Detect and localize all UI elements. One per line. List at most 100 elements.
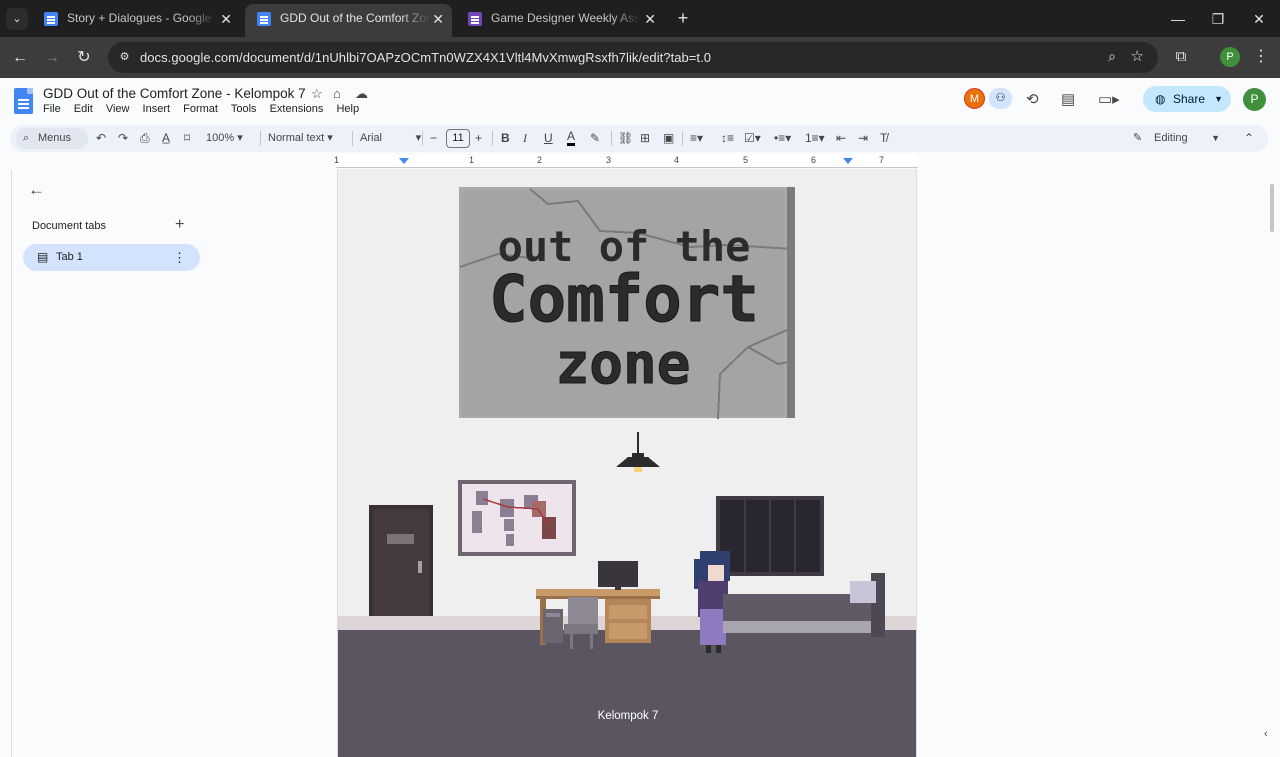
- tab-title: GDD Out of the Comfort Zone: [280, 11, 430, 25]
- menu-tools[interactable]: Tools: [231, 103, 257, 115]
- share-label: Share: [1173, 92, 1206, 106]
- ruler-number: 3: [606, 155, 612, 165]
- right-indent-marker[interactable]: [843, 158, 853, 164]
- browser-tab-story-dialogues[interactable]: Story + Dialogues - Google Docs ✕: [32, 4, 240, 37]
- increase-font-size-icon[interactable]: +: [475, 130, 482, 147]
- ruler-number: 4: [674, 155, 680, 165]
- font-select[interactable]: Arial ▾: [360, 130, 421, 147]
- zoom-select[interactable]: 100% ▾: [206, 130, 243, 147]
- bulleted-list-icon[interactable]: •≡▾: [774, 130, 791, 147]
- browser-tab-gdd[interactable]: GDD Out of the Comfort Zone ✕: [245, 4, 452, 37]
- text-color-icon[interactable]: A: [567, 130, 576, 146]
- menu-view[interactable]: View: [106, 103, 130, 115]
- docs-logo-icon[interactable]: [14, 88, 33, 114]
- menu-file[interactable]: File: [43, 103, 61, 115]
- more-options-icon[interactable]: ⋮: [173, 244, 186, 271]
- add-comment-icon[interactable]: ⊞: [640, 130, 650, 147]
- back-button[interactable]: ←: [8, 46, 32, 70]
- site-info-icon[interactable]: ⚙: [116, 49, 133, 66]
- undo-icon[interactable]: ↶: [96, 130, 106, 147]
- bold-icon[interactable]: B: [501, 130, 510, 147]
- numbered-list-icon[interactable]: 1≡▾: [805, 130, 825, 147]
- horizontal-ruler[interactable]: 1 1 2 3 4 5 6 7: [334, 154, 918, 168]
- meet-icon[interactable]: ▭▸: [1098, 90, 1120, 108]
- profile-avatar[interactable]: P: [1220, 47, 1240, 67]
- close-icon[interactable]: ✕: [432, 5, 444, 34]
- browser-menu-icon[interactable]: ⋮: [1252, 46, 1270, 68]
- pencil-icon: ✎: [1133, 132, 1143, 144]
- font-size-input[interactable]: 11: [446, 129, 470, 148]
- left-indent-marker[interactable]: [399, 158, 409, 164]
- new-tab-button[interactable]: +: [672, 7, 694, 29]
- close-window-button[interactable]: ✕: [1248, 8, 1270, 30]
- redo-icon[interactable]: ↷: [118, 130, 128, 147]
- print-icon[interactable]: ⎙: [140, 130, 150, 147]
- version-history-icon[interactable]: ⟲: [1026, 90, 1039, 108]
- menu-format[interactable]: Format: [183, 103, 218, 115]
- document-title[interactable]: GDD Out of the Comfort Zone - Kelompok 7: [43, 86, 306, 101]
- document-page[interactable]: out of the Comfort zone Kelompok 7: [337, 169, 917, 757]
- globe-icon: ◍: [1155, 92, 1166, 106]
- spellcheck-icon[interactable]: A̲: [162, 130, 170, 147]
- menu-bar: File Edit View Insert Format Tools Exten…: [43, 103, 369, 115]
- move-icon[interactable]: ⌂: [333, 86, 341, 101]
- line-spacing-icon[interactable]: ↕≡: [721, 130, 734, 147]
- clear-formatting-icon[interactable]: T̸: [880, 130, 887, 147]
- comments-icon[interactable]: ▤: [1061, 90, 1075, 108]
- hide-menus-icon[interactable]: ⌃: [1244, 130, 1254, 147]
- forward-button[interactable]: →: [40, 46, 64, 70]
- google-docs-icon: [257, 12, 271, 26]
- cloud-status-icon[interactable]: ☁: [355, 86, 368, 102]
- browser-tab-weekly-assignment[interactable]: Game Designer Weekly Assignment ✕: [456, 4, 664, 37]
- menu-help[interactable]: Help: [336, 103, 359, 115]
- presence-icon[interactable]: ⚇: [989, 88, 1012, 109]
- bookmark-star-icon[interactable]: ☆: [1131, 47, 1144, 65]
- menu-extensions[interactable]: Extensions: [270, 103, 324, 115]
- style-value: Normal text: [268, 132, 325, 144]
- decrease-font-size-icon[interactable]: −: [430, 130, 437, 147]
- increase-indent-icon[interactable]: ⇥: [858, 130, 868, 147]
- extensions-icon[interactable]: ⧉: [1170, 46, 1192, 68]
- highlight-color-icon[interactable]: ✎: [590, 130, 600, 147]
- insert-image-icon[interactable]: ▣: [663, 130, 674, 147]
- browser-toolbar: ← → ↻ ⚙ docs.google.com/document/d/1nUhl…: [0, 37, 1280, 78]
- close-icon[interactable]: ✕: [220, 5, 232, 34]
- menu-edit[interactable]: Edit: [74, 103, 93, 115]
- ruler-number: 2: [537, 155, 543, 165]
- add-tab-icon[interactable]: +: [175, 216, 184, 234]
- menu-insert[interactable]: Insert: [143, 103, 171, 115]
- sign-line-3: zone: [556, 332, 691, 397]
- decrease-indent-icon[interactable]: ⇤: [836, 130, 846, 147]
- sidebar-item-tab-1[interactable]: ▤ Tab 1 ⋮: [23, 244, 200, 271]
- search-icon: ⌕: [23, 132, 30, 144]
- checklist-icon[interactable]: ☑▾: [744, 130, 761, 147]
- underline-icon[interactable]: U: [544, 130, 553, 147]
- chevron-down-icon[interactable]: ▼: [1214, 86, 1223, 112]
- tab-search-button[interactable]: ⌄: [6, 8, 28, 30]
- menus-search[interactable]: ⌕ Menus: [16, 128, 88, 149]
- share-button[interactable]: ◍ Share ▼: [1143, 86, 1231, 112]
- scrollbar-thumb[interactable]: [1270, 184, 1274, 232]
- formatting-toolbar: ⌕ Menus ↶ ↷ ⎙ A̲ ⌑ 100% ▾ Normal text ▾ …: [10, 125, 1268, 152]
- insert-link-icon[interactable]: ⛓: [618, 130, 633, 147]
- collaborator-avatar[interactable]: M: [964, 88, 985, 109]
- back-arrow-icon[interactable]: ←: [28, 180, 45, 200]
- restore-button[interactable]: ❐: [1207, 8, 1229, 30]
- toolbar-divider: [611, 131, 612, 146]
- ruler-number: 6: [811, 155, 817, 165]
- zoom-icon[interactable]: ⌕: [1108, 48, 1116, 65]
- side-panel-toggle-icon[interactable]: ‹: [1264, 728, 1280, 746]
- editing-mode-select[interactable]: ✎ Editing ▼: [1124, 128, 1222, 149]
- paint-format-icon[interactable]: ⌑: [184, 130, 190, 147]
- address-bar[interactable]: ⚙ docs.google.com/document/d/1nUhlbi7OAP…: [108, 42, 1158, 73]
- reload-button[interactable]: ↻: [72, 46, 96, 70]
- italic-icon[interactable]: I: [523, 130, 527, 147]
- user-avatar[interactable]: P: [1243, 88, 1266, 111]
- minimize-button[interactable]: —: [1167, 8, 1189, 30]
- vertical-scrollbar[interactable]: [1268, 180, 1276, 757]
- toolbar-divider: [260, 131, 261, 146]
- close-icon[interactable]: ✕: [644, 5, 656, 34]
- style-select[interactable]: Normal text ▾: [268, 130, 333, 147]
- align-icon[interactable]: ≡▾: [690, 130, 703, 147]
- star-icon[interactable]: ☆: [311, 86, 323, 102]
